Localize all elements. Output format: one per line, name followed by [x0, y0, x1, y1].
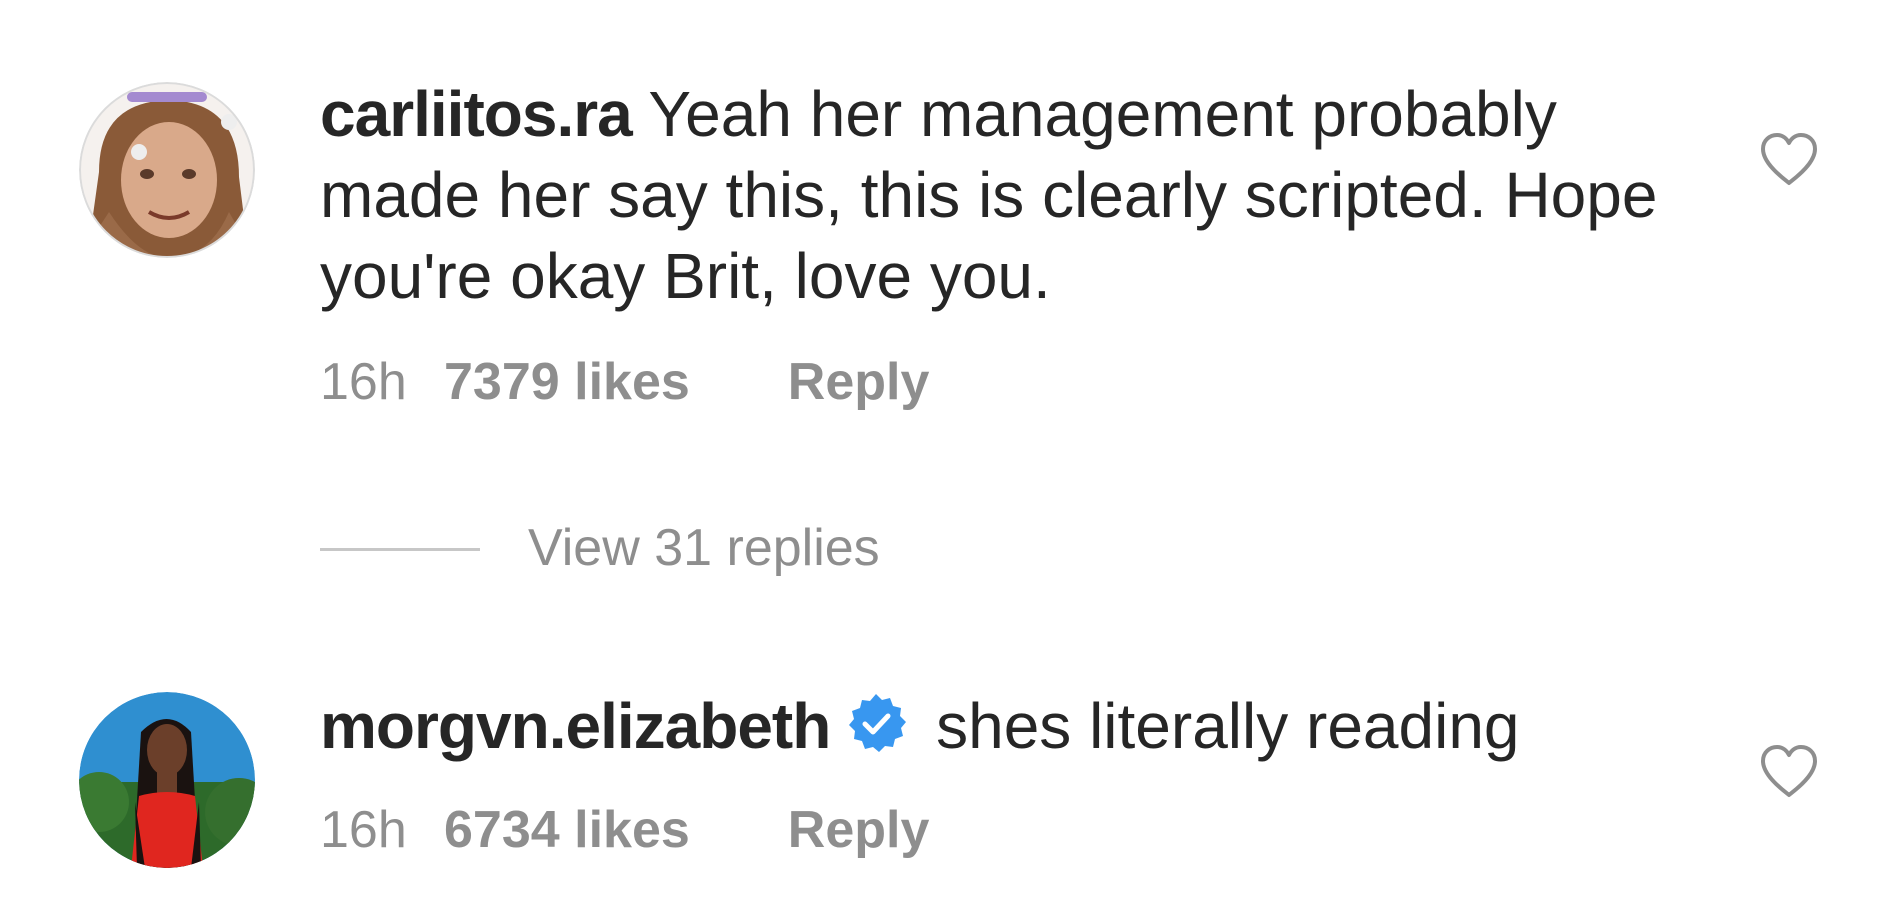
comment-text: shes literally reading — [936, 690, 1520, 762]
reply-button[interactable]: Reply — [788, 352, 930, 412]
username-link[interactable]: carliitos.ra — [320, 78, 633, 150]
heart-outline-icon[interactable] — [1760, 744, 1818, 798]
avatar[interactable] — [79, 692, 255, 868]
reply-button[interactable]: Reply — [788, 800, 930, 860]
comment-meta: 16h 6734 likes Reply — [320, 800, 929, 860]
comment-timestamp: 16h — [320, 801, 407, 859]
avatar-image — [79, 82, 255, 258]
avatar-image — [79, 692, 255, 868]
comment-meta: 16h 7379 likes Reply — [320, 352, 929, 412]
comment-timestamp: 16h — [320, 353, 407, 411]
comment-likes-link[interactable]: 6734 likes — [444, 800, 690, 860]
verified-badge-icon — [844, 692, 908, 756]
comment-likes-link[interactable]: 7379 likes — [444, 352, 690, 412]
replies-divider — [320, 548, 480, 551]
avatar[interactable] — [79, 82, 255, 258]
comment-body: carliitos.ra Yeah her management probabl… — [320, 74, 1660, 317]
view-replies-label: View 31 replies — [528, 519, 880, 577]
username-link[interactable]: morgvn.elizabeth — [320, 690, 831, 762]
comment-body: morgvn.elizabeth shes literally reading — [320, 686, 1660, 767]
heart-outline-icon[interactable] — [1760, 132, 1818, 186]
